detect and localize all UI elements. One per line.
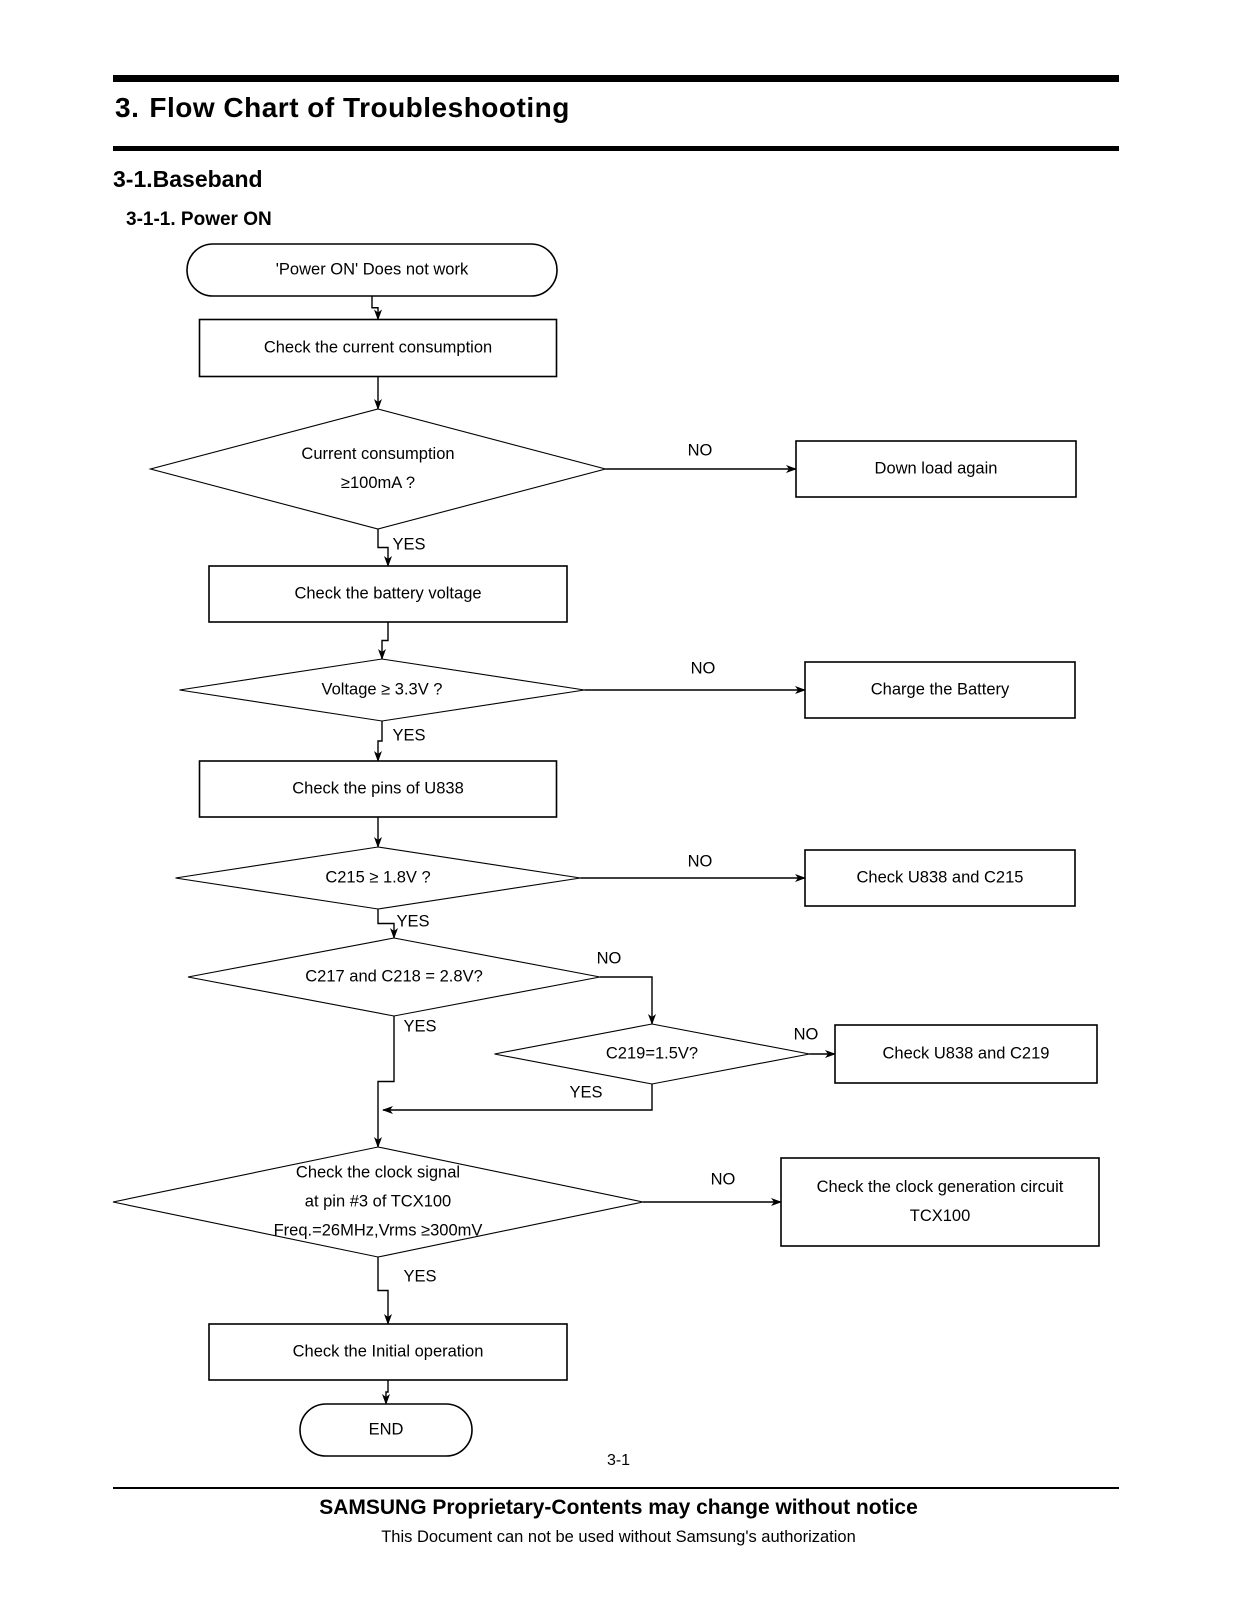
flow-node-label: Charge the Battery <box>871 680 1010 698</box>
footer-secondary-notice: This Document can not be used without Sa… <box>381 1528 856 1546</box>
flow-node-label: ≥100mA ? <box>341 474 415 492</box>
flow-edge-label: NO <box>688 852 713 870</box>
flow-edge-d5-to-merge <box>382 1084 653 1114</box>
flow-node-label: Freq.=26MHz,Vrms ≥300mV <box>274 1221 483 1239</box>
flow-node-label: C217 and C218 = 2.8V? <box>305 967 483 985</box>
flow-edge-d4-to-d6 <box>374 1016 395 1148</box>
flow-node-d2: Voltage ≥ 3.3V ? <box>179 658 585 722</box>
flow-node-p4: Check the Initial operation <box>208 1323 568 1381</box>
flow-edge-label: YES <box>392 726 425 744</box>
flow-edge-start-to-p1 <box>371 296 382 321</box>
flow-node-label: C215 ≥ 1.8V ? <box>325 868 430 886</box>
flowchart-diagram: 'Power ON' Does not work Check the curren… <box>112 243 1100 1457</box>
flow-node-d5: C219=1.5V? <box>494 1023 810 1085</box>
flow-node-p3: Check the pins of U838 <box>198 760 558 818</box>
flow-node-p2: Check the battery voltage <box>208 565 568 623</box>
flow-node-label: Check the pins of U838 <box>292 779 464 797</box>
flow-node-label: Voltage ≥ 3.3V ? <box>322 680 443 698</box>
flow-node-label: Check the clock generation circuit <box>817 1178 1064 1196</box>
flow-node-a5: Check U838 and C219 <box>834 1024 1098 1084</box>
flow-node-a1: Down load again <box>795 440 1077 498</box>
flow-edge-d2-to-p3 <box>374 721 383 762</box>
flow-edge-d6-to-p4 <box>377 1257 392 1325</box>
flow-edge-label: YES <box>392 535 425 553</box>
flow-node-label: C219=1.5V? <box>606 1044 698 1062</box>
footer-rule <box>113 1487 1119 1489</box>
flow-node-start: 'Power ON' Does not work <box>186 243 558 297</box>
flow-edge-label: YES <box>403 1017 436 1035</box>
flow-node-label: Check the battery voltage <box>294 584 481 602</box>
flow-node-d4: C217 and C218 = 2.8V? <box>187 937 601 1017</box>
flow-node-label: Check U838 and C219 <box>883 1044 1050 1062</box>
flow-edge-d1-to-p2 <box>377 529 392 567</box>
flow-node-label: END <box>369 1420 404 1438</box>
flow-node-label: Check the current consumption <box>264 338 492 356</box>
flow-node-label: TCX100 <box>910 1207 971 1225</box>
flow-edge-label: YES <box>569 1083 602 1101</box>
flow-node-label: Check the clock signal <box>296 1163 460 1181</box>
flow-edge-p2-to-d2 <box>378 622 389 660</box>
flow-node-d3: C215 ≥ 1.8V ? <box>175 846 581 910</box>
footer-primary-notice: SAMSUNG Proprietary-Contents may change … <box>319 1496 918 1519</box>
flow-node-label: at pin #3 of TCX100 <box>305 1192 451 1210</box>
flow-edge-label: YES <box>396 912 429 930</box>
flow-node-a2: Charge the Battery <box>804 661 1076 719</box>
flow-node-d6: Check the clock signal at pin #3 of TCX10… <box>112 1146 644 1258</box>
flow-node-d1: Current consumption ≥100mA ? <box>148 408 608 530</box>
flow-node-label: Current consumption <box>301 445 454 463</box>
flow-edge-label: NO <box>691 659 716 677</box>
flow-edge-p4-to-end <box>382 1380 390 1405</box>
flow-node-a3: Check U838 and C215 <box>804 849 1076 907</box>
flow-edge-label: NO <box>597 949 622 967</box>
flow-node-p1: Check the current consumption <box>198 318 558 378</box>
document-page: 3. Flow Chart of Troubleshooting 3-1.Base… <box>0 0 1237 1600</box>
flow-edge-label: NO <box>688 441 713 459</box>
flow-node-label: Check U838 and C215 <box>857 868 1024 886</box>
flow-edge-label: NO <box>794 1025 819 1043</box>
flow-node-label: Down load again <box>875 459 998 477</box>
flow-node-a6: Check the clock generation circuit TCX100 <box>780 1157 1100 1247</box>
flowchart-nodes: 'Power ON' Does not work Check the curren… <box>112 243 1100 1457</box>
flow-node-end: END <box>299 1403 473 1457</box>
flow-node-label: 'Power ON' Does not work <box>276 260 469 278</box>
flow-edge-d4-to-d5 <box>600 976 656 1025</box>
flow-node-label: Check the Initial operation <box>293 1342 484 1360</box>
flow-edge-d3-to-d4 <box>377 909 398 939</box>
flow-edge-label: YES <box>403 1267 436 1285</box>
flow-edge-label: NO <box>711 1170 736 1188</box>
page-number: 3-1 <box>606 1452 631 1469</box>
